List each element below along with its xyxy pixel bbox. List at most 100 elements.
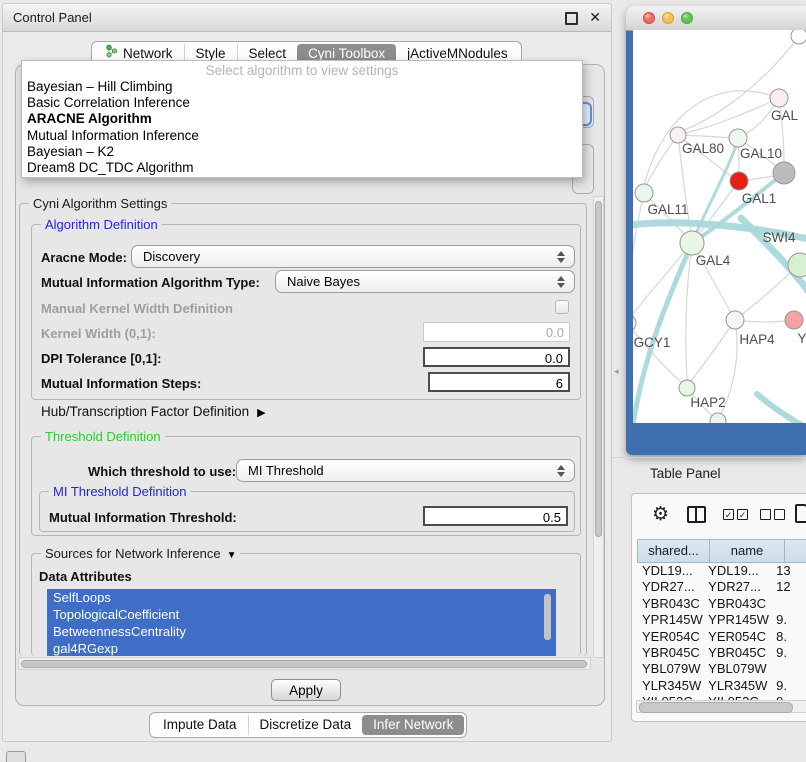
sources-group-title[interactable]: Sources for Network Inference▼ [41, 546, 240, 563]
network-window-titlebar[interactable] [626, 6, 806, 31]
table-horizontal-scrollbar-thumb[interactable] [639, 702, 793, 713]
network-node-gal11[interactable] [635, 184, 653, 202]
attribute-item-selfloops[interactable]: SelfLoops [47, 589, 556, 606]
table-cell: 13 [771, 563, 806, 579]
table-panel: ⚙ ✓✓ shared...name YDL19...YDL19...13YDR… [631, 493, 806, 722]
network-node-gal4[interactable] [680, 231, 704, 255]
table-row[interactable]: YER054CYER054C8. [637, 629, 806, 645]
table-row[interactable]: YBR043CYBR043C [637, 596, 806, 612]
select-all-icon[interactable]: ✓✓ [723, 509, 748, 520]
table-cell [771, 596, 806, 612]
network-node-label: HAP2 [690, 395, 725, 410]
table-cell: YBR043C [703, 596, 771, 612]
aracne-mode-combo[interactable]: Discovery [131, 245, 575, 268]
settings-horizontal-scrollbar-thumb[interactable] [21, 660, 587, 668]
network-edge [646, 135, 678, 186]
table-cell: 9. [771, 678, 806, 694]
mi-algorithm-type-combo[interactable]: Naive Bayes [275, 270, 575, 293]
table-row[interactable]: YBL079WYBL079W [637, 661, 806, 677]
algorithm-dropdown: Select algorithm to view settingsBayesia… [21, 60, 583, 178]
hub-section-toggle[interactable]: Hub/Transcription Factor Definition▶ [41, 404, 266, 419]
table-row[interactable]: YDR27...YDR27...12 [637, 579, 806, 595]
table-cell: 12 [771, 579, 806, 595]
dropdown-item-dream8-dc-tdc-algorithm[interactable]: Dream8 DC_TDC Algorithm [22, 160, 582, 176]
settings-vertical-scrollbar-thumb[interactable] [595, 201, 602, 537]
data-attributes-list[interactable]: SelfLoopsTopologicalCoefficientBetweenne… [47, 589, 556, 656]
dropdown-item-basic-correlation-inference[interactable]: Basic Correlation Inference [22, 95, 582, 111]
mac-minimize-button[interactable] [662, 12, 674, 24]
spinner-arrows-icon [557, 275, 566, 289]
table-row[interactable]: YBR045CYBR045C9. [637, 645, 806, 661]
column-header-clipped[interactable] [785, 539, 806, 563]
table-header: shared...name [637, 539, 806, 563]
algorithm-definition-title: Algorithm Definition [41, 217, 162, 232]
attributes-list-scrollbar[interactable] [543, 592, 552, 650]
which-threshold-combo[interactable]: MI Threshold [236, 459, 575, 482]
attribute-item-topologicalcoefficient[interactable]: TopologicalCoefficient [47, 606, 556, 623]
table-cell: 9. [771, 645, 806, 661]
table-cell: YBR045C [637, 645, 703, 661]
minimized-panel-chip[interactable] [6, 751, 26, 762]
settings-horizontal-scrollbar[interactable] [18, 657, 591, 670]
network-node[interactable] [791, 30, 806, 44]
mi-threshold-label: Mutual Information Threshold: [49, 510, 237, 525]
network-node[interactable] [773, 162, 795, 184]
split-columns-icon[interactable] [687, 506, 706, 523]
dropdown-item-bayesian-k2[interactable]: Bayesian – K2 [22, 144, 582, 160]
table-cell: YBR043C [637, 596, 703, 612]
manual-kernel-width-checkbox[interactable] [555, 300, 569, 314]
sources-title-text: Sources for Network Inference [45, 546, 221, 561]
network-node-gal1[interactable] [730, 172, 748, 190]
mac-zoom-button[interactable] [681, 12, 693, 24]
settings-vertical-scrollbar[interactable] [593, 196, 604, 658]
deselect-all-icon[interactable] [760, 509, 785, 520]
kernel-width-field[interactable]: 0.0 [423, 322, 570, 342]
control-panel-titlebar[interactable]: Control Panel ✕ [3, 4, 611, 32]
network-node-hap2[interactable] [679, 380, 695, 396]
network-node-gal10[interactable] [729, 129, 747, 147]
table-horizontal-scrollbar[interactable] [636, 700, 806, 713]
network-node-y[interactable] [785, 311, 803, 329]
tab-impute-data[interactable]: Impute Data [152, 715, 248, 735]
network-node-hap4[interactable] [726, 311, 744, 329]
close-icon[interactable]: ✕ [589, 9, 601, 26]
mi-steps-field[interactable]: 6 [428, 372, 570, 392]
dropdown-item-bayesian-hill-climbing[interactable]: Bayesian – Hill Climbing [22, 79, 582, 95]
dpi-tolerance-field[interactable]: 0.0 [423, 347, 570, 367]
attribute-item-betweennesscentrality[interactable]: BetweennessCentrality [47, 623, 556, 640]
mi-threshold-field[interactable]: 0.5 [423, 506, 568, 526]
table-row[interactable]: YPR145WYPR145W9. [637, 612, 806, 628]
column-header-shared[interactable]: shared... [637, 539, 710, 563]
network-node[interactable] [710, 413, 726, 423]
mi-steps-label: Mutual Information Steps: [41, 376, 201, 391]
gear-icon[interactable]: ⚙ [652, 503, 669, 526]
tab-discretize-data[interactable]: Discretize Data [248, 715, 363, 735]
table-body: YDL19...YDL19...13YDR27...YDR27...12YBR0… [637, 563, 806, 703]
tab-infer-network[interactable]: Infer Network [362, 715, 464, 735]
new-table-icon[interactable] [795, 504, 806, 523]
table-row[interactable]: YLR345WYLR345W9. [637, 678, 806, 694]
network-node-gal[interactable] [770, 89, 788, 107]
network-node-label: GAL1 [742, 191, 777, 206]
attribute-item-gal4rgexp[interactable]: gal4RGexp [47, 640, 556, 656]
spinner-arrows-icon [557, 250, 566, 264]
apply-button[interactable]: Apply [271, 679, 341, 701]
float-window-icon[interactable] [565, 12, 578, 25]
table-cell: YBL079W [703, 661, 771, 677]
table-cell: YDL19... [637, 563, 703, 579]
column-header-name[interactable]: name [710, 539, 785, 563]
tab-label: Discretize Data [260, 715, 352, 735]
table-cell: 9. [771, 612, 806, 628]
mac-close-button[interactable] [643, 12, 655, 24]
network-node-gcy1[interactable] [633, 314, 636, 332]
table-row[interactable]: YDL19...YDL19...13 [637, 563, 806, 579]
attributes-list-scrollbar-thumb[interactable] [544, 594, 551, 640]
network-canvas[interactable]: GALGAL80GAL10GAL1GAL11GAL4SWI4GCY1HAP4YH… [633, 30, 806, 423]
dropdown-item-mutual-information-inference[interactable]: Mutual Information Inference [22, 128, 582, 144]
panel-divider-handle[interactable]: ◂ [614, 366, 619, 377]
dropdown-item-aracne-algorithm[interactable]: ARACNE Algorithm [22, 111, 582, 127]
network-edge [686, 243, 692, 380]
table-cell: YDR27... [637, 579, 703, 595]
aracne-mode-value: Discovery [143, 249, 200, 264]
threshold-definition-title: Threshold Definition [41, 429, 165, 444]
